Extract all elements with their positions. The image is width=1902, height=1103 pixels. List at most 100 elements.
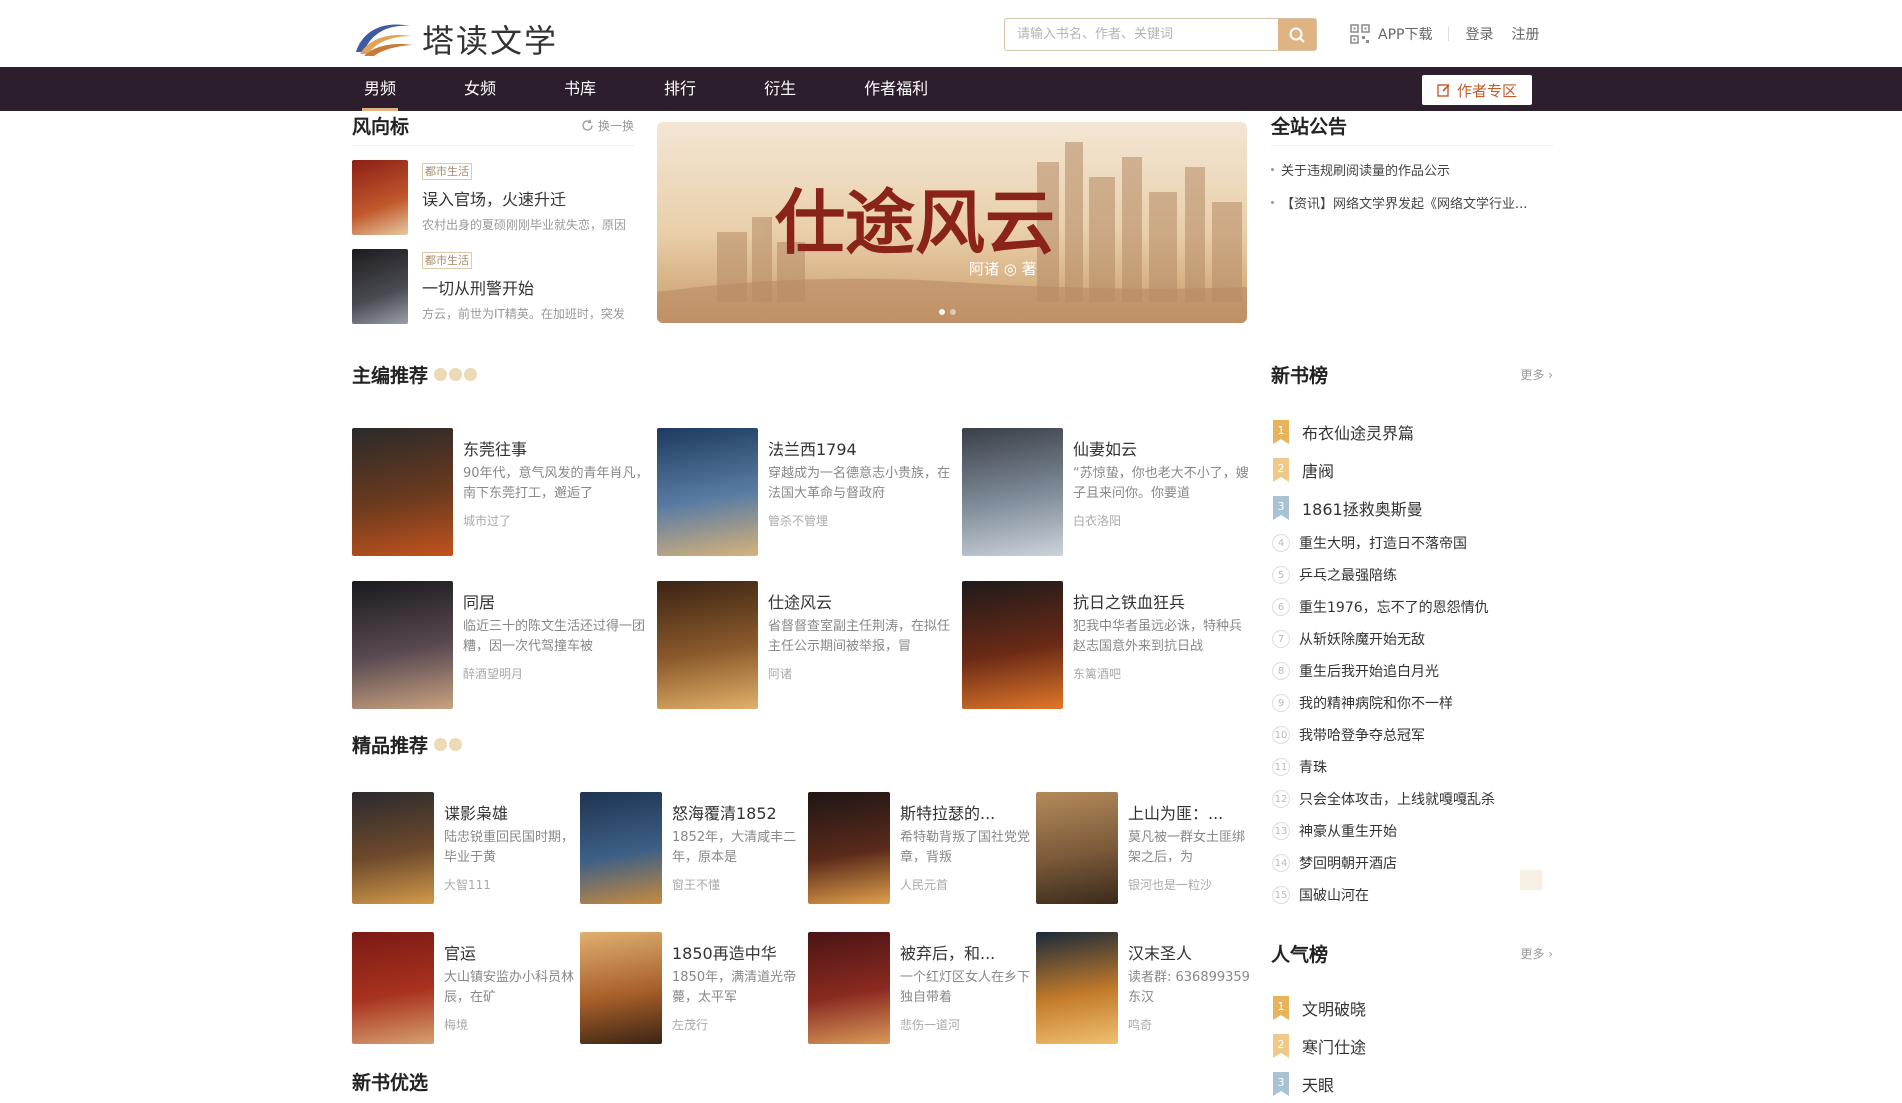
- book-card[interactable]: 东莞往事 90年代，意气风发的青年肖凡，南下东莞打工，邂逅了 城市过了: [352, 428, 657, 556]
- qrcode-icon[interactable]: [1350, 24, 1370, 44]
- carousel-dot[interactable]: [950, 309, 956, 315]
- book-cover[interactable]: [352, 792, 434, 904]
- more-link[interactable]: 更多 ›: [1520, 945, 1553, 962]
- rank-item[interactable]: 8 重生后我开始追白月光: [1271, 655, 1553, 687]
- book-author[interactable]: 左茂行: [672, 1016, 808, 1033]
- rank-book-title[interactable]: 布衣仙途灵界篇: [1302, 420, 1414, 444]
- book-card[interactable]: 上山为匪：... 莫凡被一群女土匪绑架之后，为 银河也是一粒沙: [1036, 792, 1252, 904]
- book-card[interactable]: 官运 大山镇安监办小科员林辰，在矿 梅境: [352, 932, 580, 1044]
- book-cover[interactable]: [808, 792, 890, 904]
- wind-item[interactable]: 都市生活 误入官场，火速升迁 农村出身的夏硕刚刚毕业就失恋，原因: [352, 160, 634, 235]
- book-card[interactable]: 斯特拉瑟的... 希特勒背叛了国社党党章，背叛 人民元首: [808, 792, 1036, 904]
- rank-book-title[interactable]: 从斩妖除魔开始无敌: [1299, 629, 1425, 649]
- book-cover[interactable]: [1036, 932, 1118, 1044]
- rank-book-title[interactable]: 1861拯救奥斯曼: [1302, 496, 1423, 520]
- book-cover[interactable]: [1036, 792, 1118, 904]
- rank-item[interactable]: 13 神豪从重生开始: [1271, 815, 1553, 847]
- rank-item[interactable]: 5 乒乓之最强陪练: [1271, 559, 1553, 591]
- rank-item[interactable]: 11 青珠: [1271, 751, 1553, 783]
- book-author[interactable]: 阿诸: [768, 665, 962, 682]
- book-cover[interactable]: [657, 428, 758, 556]
- hero-banner[interactable]: 仕途风云 阿诸 ◎ 著: [657, 122, 1247, 323]
- book-cover[interactable]: [962, 428, 1063, 556]
- author-zone-button[interactable]: 作者专区: [1422, 75, 1532, 105]
- rank-book-title[interactable]: 唐阀: [1302, 458, 1334, 482]
- rank-item[interactable]: 1 文明破晓: [1271, 989, 1553, 1027]
- book-cover[interactable]: [580, 792, 662, 904]
- book-author[interactable]: 鸣奇: [1128, 1016, 1252, 1033]
- book-title[interactable]: 斯特拉瑟的...: [900, 800, 1036, 824]
- rank-item[interactable]: 2 唐阀: [1271, 451, 1553, 489]
- book-card[interactable]: 怒海覆清1852 1852年，大清咸丰二年，原本是 窗王不懂: [580, 792, 808, 904]
- rank-book-title[interactable]: 神豪从重生开始: [1299, 821, 1397, 841]
- book-card[interactable]: 汉末圣人 读者群: 636899359 东汉 鸣奇: [1036, 932, 1252, 1044]
- book-title[interactable]: 1850再造中华: [672, 940, 808, 964]
- rank-book-title[interactable]: 乒乓之最强陪练: [1299, 565, 1397, 585]
- carousel-dot[interactable]: [939, 309, 945, 315]
- nav-item-female[interactable]: 女频: [450, 67, 510, 111]
- book-title[interactable]: 官运: [444, 940, 580, 964]
- book-cover[interactable]: [580, 932, 662, 1044]
- notice-item[interactable]: 【资讯】网络文学界发起《网络文学行业...: [1271, 193, 1553, 212]
- book-author[interactable]: 梅境: [444, 1016, 580, 1033]
- book-title[interactable]: 抗日之铁血狂兵: [1073, 589, 1252, 613]
- book-title[interactable]: 被弃后，和...: [900, 940, 1036, 964]
- rank-item[interactable]: 10 我带哈登争夺总冠军: [1271, 719, 1553, 751]
- book-author[interactable]: 银河也是一粒沙: [1128, 876, 1252, 893]
- nav-item-ranking[interactable]: 排行: [650, 67, 710, 111]
- rank-book-title[interactable]: 梦回明朝开酒店: [1299, 853, 1397, 873]
- book-card[interactable]: 仕途风云 省督督查室副主任荆涛，在拟任主任公示期间被举报，冒 阿诸: [657, 581, 962, 709]
- category-tag[interactable]: 都市生活: [422, 163, 472, 180]
- book-title[interactable]: 仕途风云: [768, 589, 962, 613]
- book-author[interactable]: 人民元首: [900, 876, 1036, 893]
- rank-book-title[interactable]: 我带哈登争夺总冠军: [1299, 725, 1425, 745]
- rank-item[interactable]: 15 国破山河在: [1271, 879, 1553, 911]
- book-title[interactable]: 东莞往事: [463, 436, 657, 460]
- book-cover[interactable]: [352, 249, 408, 324]
- book-author[interactable]: 大智111: [444, 876, 580, 893]
- book-cover[interactable]: [352, 160, 408, 235]
- book-author[interactable]: 醉酒望明月: [463, 665, 657, 682]
- nav-item-derivative[interactable]: 衍生: [750, 67, 810, 111]
- book-title[interactable]: 谍影枭雄: [444, 800, 580, 824]
- rank-item[interactable]: 3 天眼: [1271, 1065, 1553, 1103]
- book-title[interactable]: 一切从刑警开始: [422, 275, 634, 299]
- book-author[interactable]: 悲伤一道河: [900, 1016, 1036, 1033]
- rank-book-title[interactable]: 我的精神病院和你不一样: [1299, 693, 1453, 713]
- rank-book-title[interactable]: 重生1976，忘不了的恩怨情仇: [1299, 597, 1489, 617]
- book-title[interactable]: 法兰西1794: [768, 436, 962, 460]
- wind-item[interactable]: 都市生活 一切从刑警开始 方云，前世为IT精英。在加班时，突发: [352, 249, 634, 324]
- register-link[interactable]: 注册: [1511, 24, 1539, 44]
- book-author[interactable]: 白衣洛阳: [1073, 512, 1252, 529]
- rank-book-title[interactable]: 寒门仕途: [1302, 1034, 1366, 1058]
- book-author[interactable]: 城市过了: [463, 512, 657, 529]
- rank-item[interactable]: 4 重生大明，打造日不落帝国: [1271, 527, 1553, 559]
- rank-book-title[interactable]: 天眼: [1302, 1072, 1334, 1096]
- book-card[interactable]: 被弃后，和... 一个红灯区女人在乡下独自带着 悲伤一道河: [808, 932, 1036, 1044]
- app-download-link[interactable]: APP下载: [1378, 24, 1432, 44]
- book-title[interactable]: 仙妻如云: [1073, 436, 1252, 460]
- book-author[interactable]: 东篱酒吧: [1073, 665, 1252, 682]
- book-title[interactable]: 怒海覆清1852: [672, 800, 808, 824]
- book-card[interactable]: 同居 临近三十的陈文生活还过得一团糟，因一次代驾撞车被 醉酒望明月: [352, 581, 657, 709]
- rank-book-title[interactable]: 文明破晓: [1302, 996, 1366, 1020]
- book-card[interactable]: 法兰西1794 穿越成为一名德意志小贵族，在法国大革命与督政府 管杀不管埋: [657, 428, 962, 556]
- category-tag[interactable]: 都市生活: [422, 252, 472, 269]
- site-logo[interactable]: 塔读文学: [352, 12, 592, 60]
- book-card[interactable]: 谍影枭雄 陆忠锐重回民国时期，毕业于黄 大智111: [352, 792, 580, 904]
- rank-book-title[interactable]: 只会全体攻击，上线就嘎嘎乱杀: [1299, 789, 1495, 809]
- book-title[interactable]: 汉末圣人: [1128, 940, 1252, 964]
- side-floating-tab[interactable]: [1520, 870, 1542, 890]
- book-author[interactable]: 管杀不管埋: [768, 512, 962, 529]
- book-cover[interactable]: [352, 932, 434, 1044]
- rank-book-title[interactable]: 重生大明，打造日不落帝国: [1299, 533, 1467, 553]
- book-cover[interactable]: [352, 428, 453, 556]
- search-input[interactable]: [1005, 19, 1278, 50]
- book-card[interactable]: 1850再造中华 1850年，满清道光帝薨，太平军 左茂行: [580, 932, 808, 1044]
- nav-item-author-welfare[interactable]: 作者福利: [850, 67, 942, 111]
- book-card[interactable]: 抗日之铁血狂兵 犯我中华者虽远必诛，特种兵赵志国意外来到抗日战 东篱酒吧: [962, 581, 1252, 709]
- rank-item[interactable]: 2 寒门仕途: [1271, 1027, 1553, 1065]
- rank-item[interactable]: 14 梦回明朝开酒店: [1271, 847, 1553, 879]
- rank-item[interactable]: 3 1861拯救奥斯曼: [1271, 489, 1553, 527]
- rank-item[interactable]: 7 从斩妖除魔开始无敌: [1271, 623, 1553, 655]
